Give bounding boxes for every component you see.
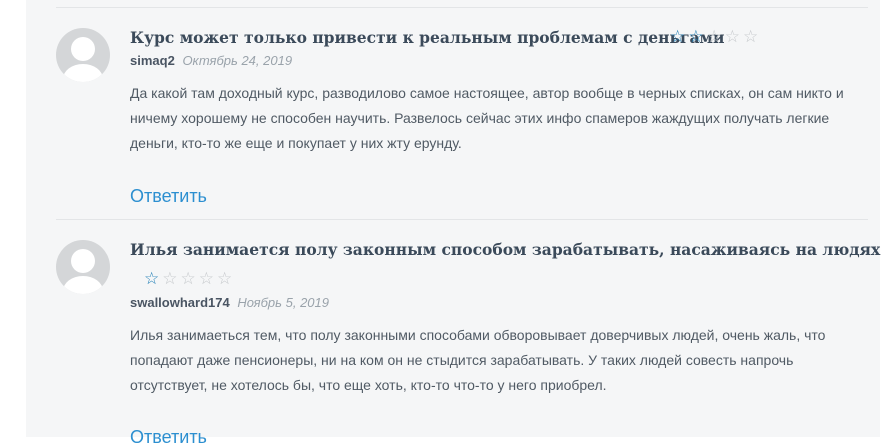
comment-meta: simaq2 Октябрь 24, 2019 (130, 53, 292, 68)
comment-title: Илья занимается полу законным способом з… (130, 240, 881, 259)
avatar-head-shape (71, 249, 95, 273)
star-icon: ☆ (144, 269, 160, 288)
comment-divider (56, 7, 868, 8)
star-icon: ☆ (162, 269, 178, 288)
comment-date: Ноябрь 5, 2019 (237, 295, 329, 310)
star-icon: ☆ (743, 27, 759, 46)
avatar (56, 240, 110, 294)
avatar-head-shape (71, 37, 95, 61)
avatar-body-shape (63, 64, 103, 82)
comment-author: swallowhard174 (130, 295, 230, 310)
comment-text: Да какой там доходный курс, разводилово … (130, 85, 844, 151)
rating-stars: ☆ ☆ ☆ ☆ ☆ (670, 28, 758, 45)
avatar-body-shape (63, 276, 103, 294)
comment-date: Октябрь 24, 2019 (182, 53, 293, 68)
star-icon: ☆ (688, 27, 704, 46)
comment-meta: swallowhard174 Ноябрь 5, 2019 (130, 295, 329, 310)
star-icon: ☆ (198, 269, 214, 288)
comment-text: Илья занимаеться тем, что полу законными… (130, 327, 826, 393)
comment-title: Курс может только привести к реальным пр… (130, 28, 725, 47)
star-icon: ☆ (706, 27, 722, 46)
star-icon: ☆ (217, 269, 233, 288)
comment-divider (56, 219, 868, 220)
avatar (56, 28, 110, 82)
star-icon: ☆ (670, 27, 686, 46)
star-icon: ☆ (724, 27, 740, 46)
comment-author: simaq2 (130, 53, 175, 68)
reply-link[interactable]: Ответить (130, 427, 207, 448)
reply-link[interactable]: Ответить (130, 186, 207, 207)
star-icon: ☆ (180, 269, 196, 288)
rating-stars: ☆ ☆ ☆ ☆ ☆ (144, 270, 232, 287)
comments-panel: Курс может только привести к реальным пр… (26, 0, 881, 447)
